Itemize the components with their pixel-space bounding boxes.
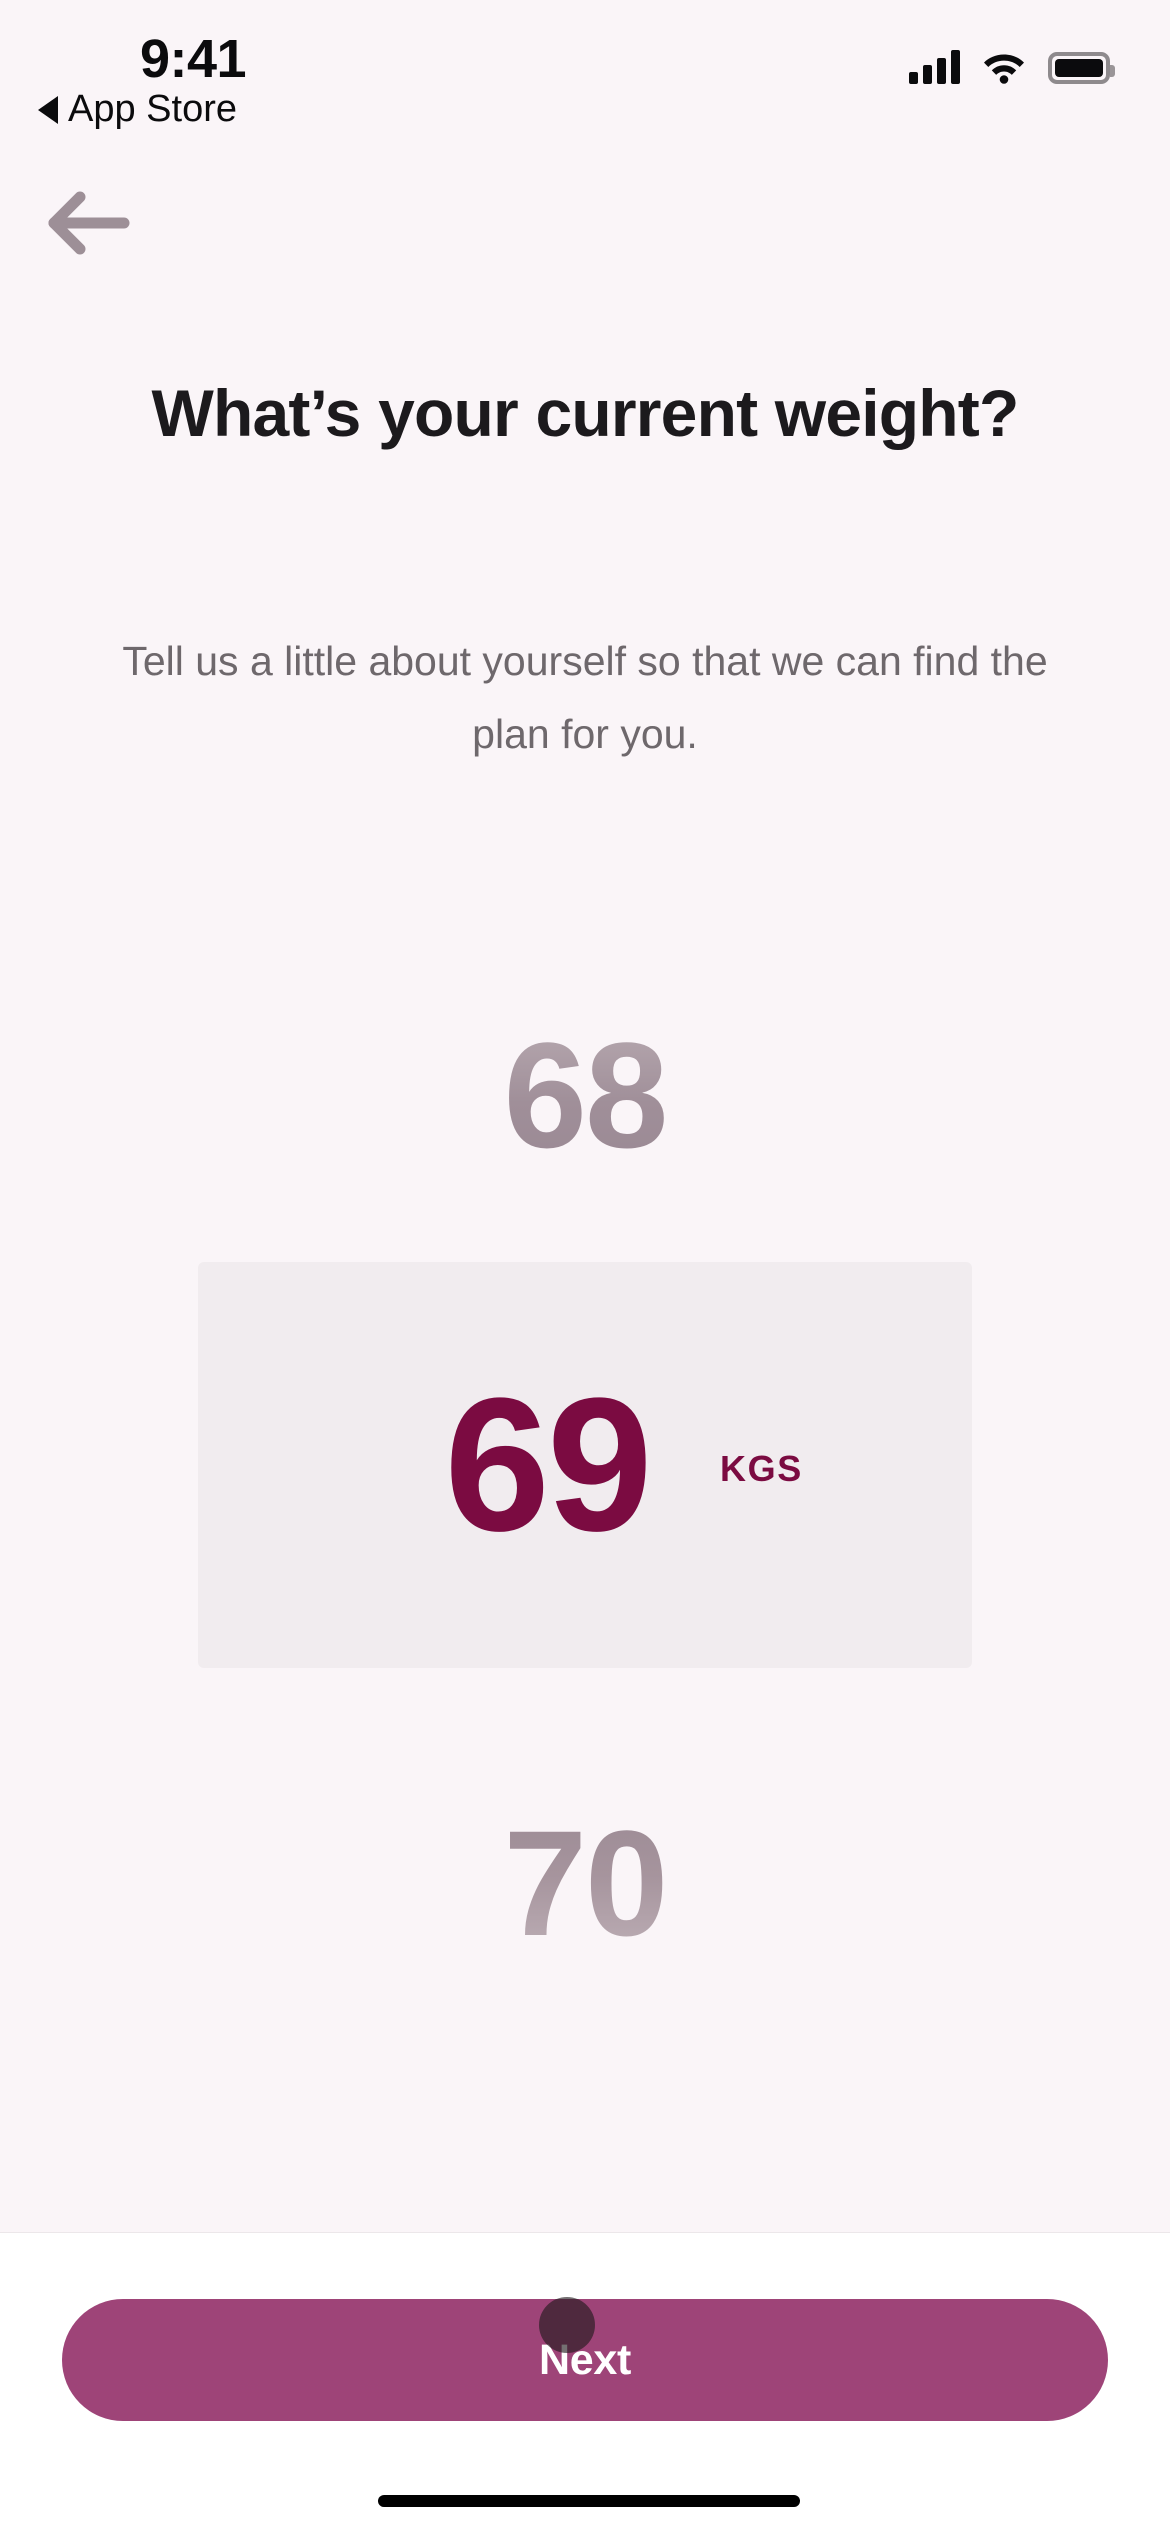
page-subtitle: Tell us a little about yourself so that … bbox=[122, 638, 1048, 757]
status-bar-back-app-label: App Store bbox=[68, 88, 237, 130]
picker-value-next: 70 bbox=[503, 1799, 669, 1967]
status-bar: 9:41 App Store bbox=[0, 0, 1170, 160]
picker-option-selected[interactable]: 69 KGS bbox=[0, 1262, 1170, 1668]
next-button[interactable]: Next bbox=[62, 2299, 1108, 2421]
back-button[interactable] bbox=[34, 178, 138, 268]
picker-unit-label: KGS bbox=[720, 1448, 803, 1489]
page-title: What’s your current weight? bbox=[151, 376, 1019, 450]
picker-option-previous[interactable]: 68 bbox=[0, 980, 1170, 1210]
status-bar-back-to-app[interactable]: App Store bbox=[38, 88, 237, 131]
arrow-left-icon bbox=[48, 191, 130, 255]
picker-value-selected: 69 bbox=[444, 1359, 652, 1571]
next-button-label: Next bbox=[538, 2335, 631, 2384]
weight-picker[interactable]: 68 69 KGS 70 bbox=[0, 930, 1170, 2180]
battery-full-icon bbox=[1048, 52, 1115, 84]
wifi-icon bbox=[984, 54, 1024, 84]
status-bar-time: 9:41 bbox=[140, 29, 247, 89]
picker-value-previous: 68 bbox=[503, 1011, 669, 1179]
home-indicator bbox=[378, 2495, 800, 2507]
footer-bar: Next bbox=[0, 2232, 1170, 2532]
status-bar-indicators bbox=[909, 38, 1115, 84]
triangle-left-icon bbox=[38, 95, 58, 124]
picker-selected-inner: 69 KGS bbox=[198, 1262, 972, 1668]
picker-option-next[interactable]: 70 bbox=[0, 1768, 1170, 1998]
phone-screen: 9:41 App Store What’s your current weigh… bbox=[0, 0, 1170, 2532]
cellular-signal-icon bbox=[909, 50, 960, 84]
